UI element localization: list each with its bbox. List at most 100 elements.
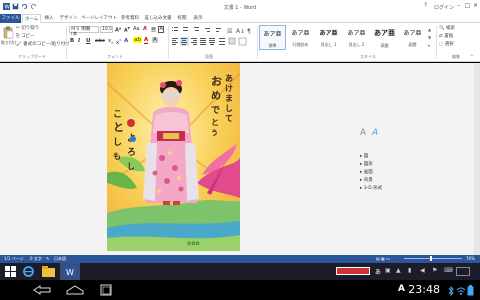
copy-button[interactable]: ⎘ コピー (16, 33, 35, 39)
phonetic-guide-button[interactable]: 亜 (151, 26, 156, 33)
window-title: 文書 1 - Word (223, 5, 257, 11)
font-size-dropdown[interactable]: 10.5 (100, 26, 113, 33)
bold-button[interactable]: B (70, 38, 74, 44)
help-button[interactable]: ? (422, 2, 429, 10)
select-label: 選択 (444, 42, 454, 47)
tab-review[interactable]: 校閲 (175, 14, 189, 23)
nav-item-label: 背景 (363, 178, 373, 183)
svg-text:ろ: ろ (127, 147, 136, 158)
sign-in-link[interactable]: ログイン (434, 4, 454, 11)
strikethrough-button[interactable]: abc (95, 38, 105, 44)
cut-button[interactable]: ✂ 切り取り (16, 25, 39, 31)
notification-a-icon[interactable]: A (398, 284, 405, 294)
shrink-font-button[interactable]: A▼ (124, 26, 130, 34)
style-no-spacing[interactable]: あア亜 行間詰め (287, 25, 314, 50)
tray-expand-icon[interactable]: ▲ (396, 267, 401, 274)
svg-text:と: と (211, 117, 219, 127)
close-button[interactable]: ✕ (472, 2, 479, 10)
keyboard-icon[interactable]: ⌨ (444, 267, 453, 274)
text-effects-button[interactable]: A (124, 38, 128, 44)
volume-icon[interactable]: ◀ (420, 267, 425, 274)
taskbar-clock-box[interactable] (456, 267, 470, 276)
word-taskbar-button[interactable]: W (60, 263, 80, 280)
svg-text:A↓: A↓ (236, 28, 245, 34)
paste-icon[interactable] (3, 26, 14, 39)
text-options-icon[interactable]: A (360, 128, 366, 138)
nav-item-3d-format[interactable]: ▸ 3-D 形式 (360, 185, 382, 191)
svg-text:も: も (113, 151, 121, 161)
zoom-slider[interactable] (404, 258, 462, 259)
style-subtitle[interactable]: あア亜 副題 (399, 25, 426, 50)
format-painter-button[interactable]: 🖌 書式のコピー/貼り付け (16, 41, 70, 47)
view-buttons[interactable]: ▤ ▦ ▭ (376, 255, 390, 263)
windows-start-icon[interactable] (5, 266, 16, 277)
nav-item-shape[interactable]: ▸ 図 (360, 153, 368, 159)
minimize-button[interactable]: – (455, 2, 462, 10)
network-icon[interactable]: ▮ (408, 267, 411, 274)
tab-mailings[interactable]: 差し込み文書 (143, 14, 173, 23)
style-sample: あア亜 (263, 31, 282, 38)
vertical-scrollbar[interactable] (474, 63, 480, 255)
nav-item-background[interactable]: ▸ 背景 (360, 177, 373, 183)
tab-design[interactable]: デザイン (58, 14, 79, 23)
tab-view[interactable]: 表示 (191, 14, 205, 23)
collapse-ribbon-icon[interactable]: ^ (470, 54, 473, 59)
superscript-button[interactable]: x2 (116, 38, 121, 46)
page-count[interactable]: 1/1 ページ (4, 255, 24, 263)
svg-text:✿✿✿: ✿✿✿ (187, 241, 200, 247)
replace-button[interactable]: ⇄ 置換 (439, 33, 453, 39)
style-normal[interactable]: あア亜 標準 (259, 25, 286, 50)
text-effects-icon[interactable]: A (372, 128, 378, 138)
style-heading-1[interactable]: あア亜 見出し 1 (315, 25, 342, 50)
find-button[interactable]: 🔍 検索 (439, 25, 455, 31)
ime-pad-icon[interactable]: ▣ (385, 267, 391, 274)
back-icon[interactable] (32, 285, 52, 295)
action-center-icon[interactable]: ⚑ (432, 267, 437, 274)
tab-insert[interactable]: 挿入 (42, 14, 56, 23)
underline-button[interactable]: U (86, 38, 90, 44)
clear-format-icon[interactable]: A̸ (143, 26, 147, 32)
document-area[interactable]: あけまして おめでとう ことしも よろし ✿✿✿ A (0, 63, 480, 255)
nav-item-label: 図 (363, 154, 369, 159)
subscript-button[interactable]: x2 (108, 38, 113, 45)
nav-item-shapes[interactable]: ▸ 図形 (360, 161, 373, 167)
grow-font-button[interactable]: A▲ (115, 26, 121, 34)
highlight-button[interactable]: ab (133, 37, 142, 43)
tab-home[interactable]: ホーム (22, 14, 41, 23)
paragraph-list-icons[interactable]: ☒ A↓ ¶ (171, 26, 255, 34)
styles-scroll-buttons[interactable]: ▲ ▼ ▾ (428, 26, 431, 50)
svg-text:け: け (225, 83, 233, 93)
language-indicator[interactable]: 日本語 (54, 255, 66, 263)
svg-text:て: て (225, 113, 233, 123)
zoom-slider-thumb[interactable] (430, 256, 432, 261)
char-border-button[interactable]: A (158, 26, 165, 33)
word-icon: W (64, 266, 76, 277)
internet-explorer-icon[interactable] (23, 266, 34, 277)
select-button[interactable]: ⬚ 選択 (439, 41, 454, 47)
zoom-level[interactable]: 70% (466, 255, 475, 263)
style-title[interactable]: あア亜 表題 (371, 25, 398, 50)
maximize-button[interactable]: □ (464, 2, 471, 10)
recent-apps-icon[interactable] (100, 284, 112, 296)
italic-button[interactable]: I (78, 38, 80, 44)
paragraph-align-icons[interactable] (171, 37, 255, 46)
home-icon[interactable] (66, 285, 84, 295)
nav-item-screen[interactable]: ▸ 画面 (360, 169, 373, 175)
font-color-button[interactable]: A (144, 37, 149, 44)
proofing-icon[interactable]: ✎ (46, 255, 49, 263)
document-page[interactable]: あけまして おめでとう ことしも よろし ✿✿✿ (107, 63, 240, 251)
tab-file[interactable]: ファイル (0, 14, 21, 23)
tab-page-layout[interactable]: ページレイアウト (81, 14, 117, 23)
style-heading-2[interactable]: あア亜 見出し 2 (343, 25, 370, 50)
word-count[interactable]: 0 文字 (30, 255, 42, 263)
file-explorer-icon[interactable] (42, 266, 55, 277)
tab-references[interactable]: 参考資料 (119, 14, 141, 23)
font-group-label: フォント (107, 54, 123, 59)
ime-mode[interactable]: あ (375, 267, 381, 276)
change-case-button[interactable]: Aa (133, 26, 139, 32)
char-shading-button[interactable]: A (152, 37, 158, 43)
ime-toolbar[interactable] (336, 267, 370, 275)
inserted-photo[interactable]: あけまして おめでとう ことしも よろし ✿✿✿ (107, 63, 240, 251)
clipboard-group-label: クリップボード (18, 54, 46, 59)
font-name-dropdown[interactable]: ＭＳ 明朝 (本 (69, 26, 99, 37)
